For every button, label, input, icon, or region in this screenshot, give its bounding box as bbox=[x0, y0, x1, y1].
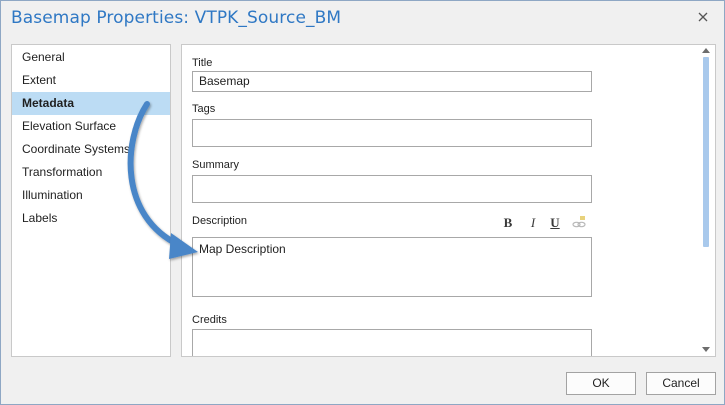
scroll-thumb[interactable] bbox=[703, 57, 709, 247]
credits-label: Credits bbox=[192, 314, 227, 326]
summary-label: Summary bbox=[192, 159, 240, 171]
close-icon[interactable] bbox=[696, 10, 710, 24]
title-field[interactable]: Basemap bbox=[192, 71, 592, 92]
properties-nav-list: General Extent Metadata Elevation Surfac… bbox=[11, 44, 171, 357]
bold-button[interactable]: B bbox=[500, 215, 516, 231]
nav-item-extent[interactable]: Extent bbox=[12, 69, 170, 92]
nav-item-elevation-surface[interactable]: Elevation Surface bbox=[12, 115, 170, 138]
vertical-scrollbar[interactable] bbox=[699, 45, 713, 356]
title-bar: Basemap Properties: VTPK_Source_BM bbox=[1, 1, 724, 37]
nav-item-labels[interactable]: Labels bbox=[12, 207, 170, 230]
hyperlink-icon[interactable] bbox=[571, 215, 587, 231]
description-label: Description bbox=[192, 215, 248, 227]
nav-item-illumination[interactable]: Illumination bbox=[12, 184, 170, 207]
nav-item-transformation[interactable]: Transformation bbox=[12, 161, 170, 184]
nav-item-coordinate-systems[interactable]: Coordinate Systems bbox=[12, 138, 170, 161]
nav-item-general[interactable]: General bbox=[12, 46, 170, 69]
nav-item-metadata[interactable]: Metadata bbox=[12, 92, 170, 115]
credits-field[interactable] bbox=[192, 329, 592, 356]
title-label: Title bbox=[192, 57, 213, 69]
basemap-properties-dialog: Basemap Properties: VTPK_Source_BM Gener… bbox=[0, 0, 725, 405]
cancel-button[interactable]: Cancel bbox=[646, 372, 716, 395]
tags-label: Tags bbox=[192, 103, 216, 115]
dialog-title: Basemap Properties: VTPK_Source_BM bbox=[11, 8, 342, 28]
tags-field[interactable] bbox=[192, 119, 592, 147]
underline-button[interactable]: U bbox=[547, 215, 563, 231]
scroll-down-arrow-icon[interactable] bbox=[702, 347, 710, 352]
scroll-up-arrow-icon[interactable] bbox=[702, 48, 710, 53]
metadata-panel: Title Basemap Tags Summary Description B… bbox=[181, 44, 716, 357]
summary-field[interactable] bbox=[192, 175, 592, 203]
italic-button[interactable]: I bbox=[525, 215, 541, 231]
ok-button[interactable]: OK bbox=[566, 372, 636, 395]
description-field[interactable]: Map Description bbox=[192, 237, 592, 297]
